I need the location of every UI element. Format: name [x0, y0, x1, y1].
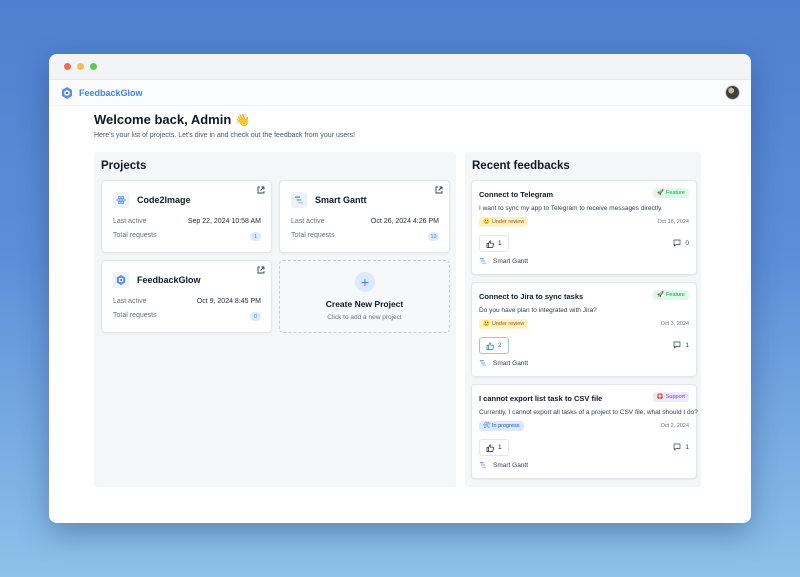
maximize-window-button[interactable]	[90, 63, 97, 70]
total-requests-row: Total requests 0	[113, 312, 261, 321]
app-window: FeedbackGlow Welcome back, Admin 👋 Here'…	[49, 54, 751, 523]
rocket-icon: 🚀	[657, 292, 665, 298]
comment-count: 0	[673, 239, 689, 247]
gantt-icon	[479, 360, 487, 366]
last-active-label: Last active	[291, 218, 325, 225]
comment-count: 1	[673, 443, 689, 451]
feature-tag: 🚀 Feature	[653, 188, 689, 198]
projects-panel: Projects Code2Image Last active Sep 22, …	[94, 152, 456, 487]
waving-hand-icon: 👋	[235, 112, 251, 127]
total-requests-badge: 0	[250, 312, 261, 321]
code2image-icon	[113, 192, 129, 208]
thumbs-up-icon	[486, 341, 494, 350]
feedback-date: Oct 3, 2024	[660, 321, 689, 327]
comment-icon	[674, 341, 681, 349]
review-face-icon: 🙂	[483, 219, 490, 225]
last-active-label: Last active	[113, 218, 147, 225]
projects-title: Projects	[101, 160, 147, 172]
brand-logo-link[interactable]: FeedbackGlow	[61, 86, 143, 99]
total-requests-label: Total requests	[291, 232, 335, 239]
recent-feedbacks-panel: Recent feedbacks Connect to Telegram 🚀 F…	[465, 152, 701, 487]
external-link-icon[interactable]	[257, 266, 265, 274]
minimize-window-button[interactable]	[77, 63, 84, 70]
project-card-feedbackglow[interactable]: FeedbackGlow Last active Oct 9, 2024 8:4…	[101, 260, 272, 333]
feedback-description: Do you have plan to integrated with Jira…	[479, 307, 597, 314]
feedback-description: I want to sync my app to Telegram to rec…	[479, 205, 663, 212]
last-active-value: Oct 26, 2024 4:26 PM	[370, 218, 439, 225]
feedbackglow-icon	[113, 272, 129, 288]
vote-count: 1	[498, 444, 502, 451]
tools-icon: 🛠	[483, 423, 490, 429]
user-avatar[interactable]	[725, 85, 740, 100]
thumbs-up-icon	[486, 239, 494, 248]
project-card-smart-gantt[interactable]: Smart Gantt Last active Oct 26, 2024 4:2…	[279, 180, 450, 253]
external-link-icon[interactable]	[435, 186, 443, 194]
status-badge: 🛠 In progress	[479, 421, 524, 431]
app-header: FeedbackGlow	[49, 80, 751, 106]
total-requests-badge: 13	[428, 232, 439, 241]
total-requests-badge: 1	[250, 232, 261, 241]
gantt-icon	[479, 258, 487, 264]
window-titlebar	[49, 54, 751, 80]
comment-icon	[674, 443, 681, 451]
status-badge: 🙂 Under review	[479, 319, 529, 329]
total-requests-row: Total requests 13	[291, 232, 439, 241]
welcome-text: Welcome back, Admin	[94, 112, 232, 127]
support-tag: 🛟 Support	[652, 392, 689, 402]
vote-count: 2	[498, 342, 502, 349]
brand-name: FeedbackGlow	[79, 87, 143, 98]
close-window-button[interactable]	[64, 63, 71, 70]
page-title: Welcome back, Admin 👋	[94, 112, 706, 127]
feedback-project: Smart Gantt	[479, 461, 528, 469]
total-requests-row: Total requests 1	[113, 232, 261, 241]
gantt-icon	[479, 462, 487, 468]
upvote-button[interactable]: 2	[479, 337, 509, 354]
feature-tag: 🚀 Feature	[653, 290, 689, 300]
create-project-subtitle: Click to add a new project	[327, 314, 402, 321]
feedback-project: Smart Gantt	[479, 257, 528, 265]
project-name: Smart Gantt	[315, 195, 367, 205]
total-requests-label: Total requests	[113, 232, 157, 239]
rocket-icon: 🚀	[657, 190, 665, 196]
vote-count: 1	[498, 240, 502, 247]
upvote-button[interactable]: 1	[479, 235, 509, 252]
plus-icon: +	[355, 272, 375, 292]
feedback-date: Oct 18, 2024	[657, 219, 690, 225]
project-name: Code2Image	[137, 195, 191, 205]
status-badge: 🙂 Under review	[479, 217, 529, 227]
comment-count: 1	[673, 341, 689, 349]
feedback-card[interactable]: I cannot export list task to CSV file 🛟 …	[471, 384, 698, 479]
feedback-card[interactable]: Connect to Jira to sync tasks 🚀 Feature …	[471, 282, 697, 377]
last-active-value: Sep 22, 2024 10:58 AM	[187, 218, 261, 225]
comment-icon	[674, 239, 681, 247]
page-subtitle: Here's your list of projects. Let's dive…	[94, 132, 356, 139]
review-face-icon: 🙂	[483, 321, 490, 327]
feedback-card[interactable]: Connect to Telegram 🚀 Feature I want to …	[471, 180, 697, 275]
feedback-description: Currently, I cannot export all tasks of …	[479, 409, 698, 416]
feedbacks-title: Recent feedbacks	[472, 160, 570, 172]
feedback-date: Oct 2, 2024	[660, 423, 689, 429]
last-active-value: Oct 9, 2024 8:45 PM	[196, 298, 261, 305]
last-active-row: Last active Oct 26, 2024 4:26 PM	[291, 218, 439, 225]
feedback-title: Connect to Telegram	[479, 190, 554, 199]
external-link-icon[interactable]	[257, 186, 265, 194]
main-content: Welcome back, Admin 👋 Here's your list o…	[94, 112, 706, 487]
feedback-title: Connect to Jira to sync tasks	[479, 292, 584, 301]
feedbackglow-logo-icon	[62, 86, 72, 99]
feedback-title: I cannot export list task to CSV file	[479, 394, 603, 403]
upvote-button[interactable]: 1	[479, 439, 509, 456]
total-requests-label: Total requests	[113, 312, 157, 319]
create-project-title: Create New Project	[325, 299, 404, 309]
last-active-row: Last active Oct 9, 2024 8:45 PM	[113, 298, 261, 305]
create-new-project-card[interactable]: + Create New Project Click to add a new …	[279, 260, 450, 333]
last-active-label: Last active	[113, 298, 147, 305]
project-name: FeedbackGlow	[137, 275, 201, 285]
gantt-icon	[291, 192, 307, 208]
lifebuoy-icon: 🛟	[656, 394, 664, 400]
thumbs-up-icon	[486, 443, 494, 452]
project-card-code2image[interactable]: Code2Image Last active Sep 22, 2024 10:5…	[101, 180, 272, 253]
feedback-project: Smart Gantt	[479, 359, 528, 367]
last-active-row: Last active Sep 22, 2024 10:58 AM	[113, 218, 261, 225]
